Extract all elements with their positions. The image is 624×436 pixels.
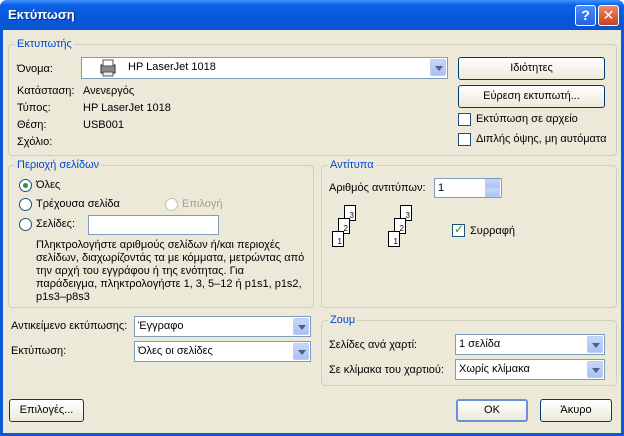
where-label: Θέση: [17, 119, 47, 131]
spin-up-icon[interactable] [485, 179, 500, 188]
chevron-down-icon[interactable] [293, 318, 309, 335]
spinner-arrows[interactable] [485, 179, 500, 198]
spin-down-icon[interactable] [485, 188, 500, 197]
chevron-down-icon[interactable] [430, 59, 446, 76]
range-all-radio[interactable] [19, 179, 32, 192]
status-label: Κατάσταση: [17, 85, 75, 97]
print-what-select[interactable]: Έγγραφο [134, 316, 311, 337]
pages-per-sheet-label: Σελίδες ανά χαρτί: [329, 339, 418, 351]
print-what-value: Έγγραφο [138, 320, 184, 332]
copies-count-value: 1 [438, 182, 445, 194]
printer-icon [100, 59, 116, 77]
help-button[interactable]: ? [575, 5, 596, 26]
collate-illustration: 3 2 1 3 2 1 [329, 205, 439, 265]
range-current-radio[interactable] [19, 198, 32, 211]
dialog-title: Εκτύπωση [8, 7, 75, 22]
print-value: Όλες οι σελίδες [138, 345, 213, 357]
pages-input[interactable] [88, 215, 219, 235]
properties-button[interactable]: Ιδιότητες [458, 57, 605, 80]
printer-legend: Εκτυπωτής [15, 38, 74, 50]
ok-button[interactable]: OK [456, 399, 528, 422]
print-to-file-checkbox[interactable] [458, 113, 471, 126]
page-range-help-text: Πληκτρολογήστε αριθμούς σελίδων ή/και πε… [36, 239, 305, 303]
type-label: Τύπος: [17, 102, 51, 114]
comment-label: Σχόλιο: [17, 136, 53, 148]
range-pages-radio[interactable] [19, 218, 32, 231]
dialog-body: Εκτυπωτής Όνομα: HP LaserJet 1018 Κατάστ… [3, 30, 621, 433]
collate-label[interactable]: Συρραφή [470, 225, 515, 237]
printer-name-value: HP LaserJet 1018 [128, 61, 216, 73]
copies-count-label: Αριθμός αντιτύπων: [329, 182, 426, 194]
find-printer-button[interactable]: Εύρεση εκτυπωτή... [458, 85, 605, 108]
scale-select[interactable]: Χωρίς κλίμακα [455, 359, 605, 380]
collate-checkbox[interactable] [452, 222, 465, 237]
title-bar[interactable]: Εκτύπωση ? ✕ [0, 0, 624, 30]
printer-name-label: Όνομα: [17, 63, 53, 75]
print-label: Εκτύπωση: [11, 345, 67, 357]
where-value: USB001 [83, 119, 124, 131]
page-icon: 1 [388, 231, 400, 247]
print-select[interactable]: Όλες οι σελίδες [134, 341, 311, 362]
pages-per-sheet-select[interactable]: 1 σελίδα [455, 334, 605, 355]
chevron-down-icon[interactable] [587, 361, 603, 378]
chevron-down-icon[interactable] [587, 336, 603, 353]
zoom-legend: Ζουμ [328, 314, 358, 326]
status-value: Ανενεργός [83, 85, 135, 97]
options-button[interactable]: Επιλογές... [9, 399, 84, 422]
print-dialog: Εκτύπωση ? ✕ Εκτυπωτής Όνομα: HP LaserJe… [0, 0, 624, 436]
range-selection-radio[interactable] [165, 198, 178, 211]
range-selection-label[interactable]: Επιλογή [182, 198, 222, 210]
close-button[interactable]: ✕ [598, 5, 619, 26]
duplex-label[interactable]: Διπλής όψης, μη αυτόματα [476, 133, 606, 145]
copies-legend: Αντίτυπα [328, 159, 376, 171]
type-value: HP LaserJet 1018 [83, 102, 171, 114]
scale-value: Χωρίς κλίμακα [459, 363, 530, 375]
page-icon: 1 [332, 231, 344, 247]
pages-per-sheet-value: 1 σελίδα [459, 338, 501, 350]
range-current-label[interactable]: Τρέχουσα σελίδα [36, 198, 120, 210]
print-what-label: Αντικείμενο εκτύπωσης: [11, 320, 128, 332]
duplex-checkbox[interactable] [458, 133, 471, 146]
range-pages-label[interactable]: Σελίδες: [36, 218, 75, 230]
print-to-file-label[interactable]: Εκτύπωση σε αρχείο [476, 113, 578, 125]
page-range-legend: Περιοχή σελίδων [15, 159, 102, 171]
printer-name-select[interactable]: HP LaserJet 1018 [81, 57, 448, 79]
copies-count-spinner[interactable]: 1 [434, 178, 502, 198]
chevron-down-icon[interactable] [293, 343, 309, 360]
range-all-label[interactable]: Όλες [36, 179, 60, 191]
cancel-button[interactable]: Άκυρο [540, 399, 612, 422]
scale-label: Σε κλίμακα του χαρτιού: [329, 364, 444, 376]
